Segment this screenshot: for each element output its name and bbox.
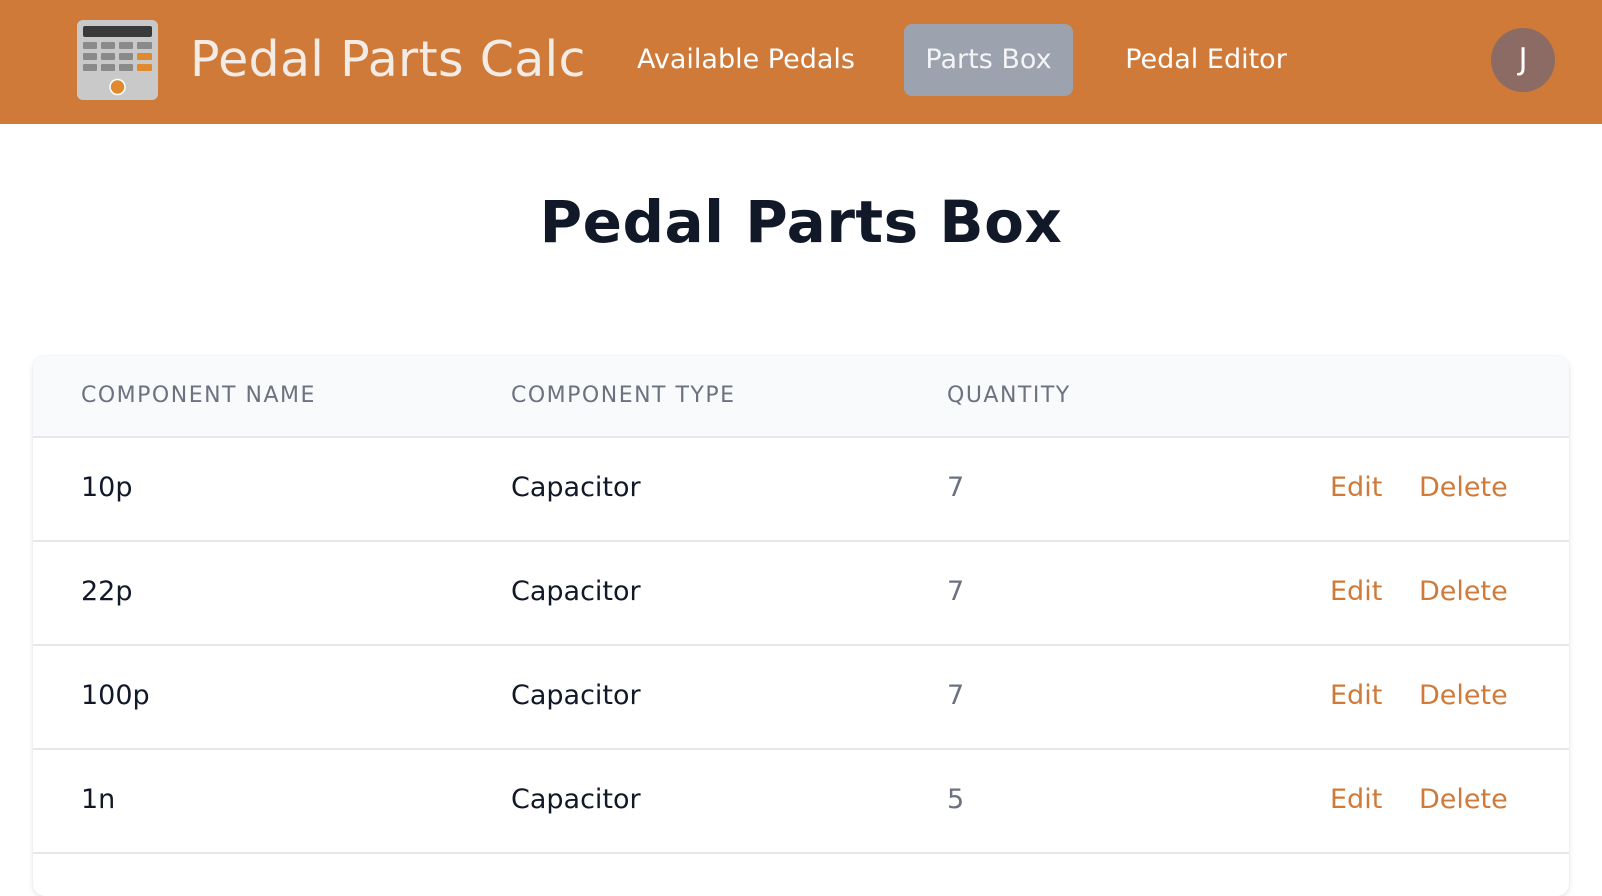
header-component-type: COMPONENT TYPE (511, 383, 736, 408)
user-avatar[interactable]: J (1491, 28, 1555, 92)
edit-link[interactable]: Edit (1330, 436, 1382, 540)
cell-component-name: 10p (81, 472, 133, 503)
delete-link[interactable]: Delete (1419, 748, 1508, 852)
table-row: 10p Capacitor 7 Edit Delete (33, 436, 1569, 542)
edit-link[interactable]: Edit (1330, 540, 1382, 644)
parts-table: COMPONENT NAME COMPONENT TYPE QUANTITY 1… (33, 356, 1569, 896)
delete-link[interactable]: Delete (1419, 436, 1508, 540)
cell-component-type: Capacitor (511, 784, 641, 815)
nav-pedal-editor[interactable]: Pedal Editor (1108, 24, 1304, 96)
header-quantity: QUANTITY (947, 383, 1071, 408)
cell-component-type: Capacitor (511, 680, 641, 711)
calculator-icon[interactable] (77, 20, 158, 100)
header-component-name: COMPONENT NAME (81, 383, 316, 408)
cell-component-type: Capacitor (511, 472, 641, 503)
cell-quantity: 5 (947, 784, 965, 815)
cell-component-type: Capacitor (511, 576, 641, 607)
delete-link[interactable]: Delete (1419, 644, 1508, 748)
page-title: Pedal Parts Box (539, 188, 1063, 256)
nav-available-pedals[interactable]: Available Pedals (620, 24, 872, 96)
cell-quantity: 7 (947, 680, 965, 711)
edit-link[interactable]: Edit (1330, 748, 1382, 852)
delete-link[interactable]: Delete (1419, 540, 1508, 644)
cell-component-name: 1n (81, 784, 116, 815)
table-row: 22p Capacitor 7 Edit Delete (33, 540, 1569, 646)
edit-link[interactable]: Edit (1330, 644, 1382, 748)
table-header: COMPONENT NAME COMPONENT TYPE QUANTITY (33, 356, 1569, 438)
cell-quantity: 7 (947, 576, 965, 607)
cell-component-name: 100p (81, 680, 150, 711)
app-brand[interactable]: Pedal Parts Calc (190, 28, 586, 92)
cell-quantity: 7 (947, 472, 965, 503)
nav-parts-box[interactable]: Parts Box (904, 24, 1073, 96)
table-row: 1n Capacitor 5 Edit Delete (33, 748, 1569, 854)
cell-component-name: 22p (81, 576, 133, 607)
table-row: 100p Capacitor 7 Edit Delete (33, 644, 1569, 750)
top-navbar: Pedal Parts Calc Available Pedals Parts … (0, 0, 1602, 124)
